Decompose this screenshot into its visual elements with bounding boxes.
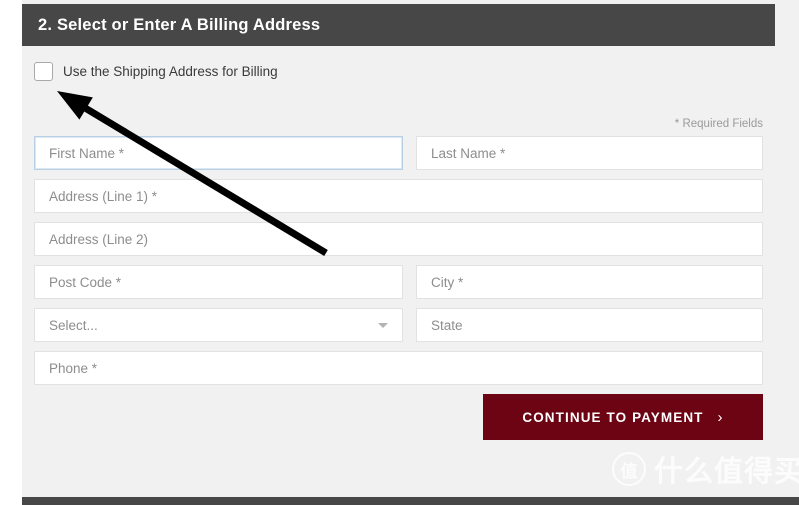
country-select-dropdown[interactable]: Select... — [34, 308, 403, 342]
post-code-input[interactable]: Post Code * — [34, 265, 403, 299]
address-line-1-placeholder: Address (Line 1) * — [49, 188, 158, 204]
state-placeholder: State — [431, 317, 463, 333]
cta-container: CONTINUE TO PAYMENT › — [34, 394, 763, 440]
form-row: First Name * Last Name * — [34, 136, 763, 170]
use-shipping-address-label[interactable]: Use the Shipping Address for Billing — [63, 64, 278, 79]
city-placeholder: City * — [431, 274, 464, 290]
city-input[interactable]: City * — [416, 265, 763, 299]
form-row: Select... State — [34, 308, 763, 342]
section-header-title: 2. Select or Enter A Billing Address — [38, 15, 321, 34]
checkbox-icon[interactable] — [34, 62, 53, 81]
first-name-input[interactable]: First Name * — [34, 136, 403, 170]
address-line-2-input[interactable]: Address (Line 2) — [34, 222, 763, 256]
address-line-1-input[interactable]: Address (Line 1) * — [34, 179, 763, 213]
first-name-placeholder: First Name * — [49, 145, 125, 161]
form-row: Post Code * City * — [34, 265, 763, 299]
section-header: 2. Select or Enter A Billing Address — [22, 4, 775, 46]
country-select-placeholder: Select... — [49, 317, 98, 333]
chevron-right-icon: › — [717, 408, 724, 426]
continue-to-payment-button[interactable]: CONTINUE TO PAYMENT › — [483, 394, 763, 440]
last-name-placeholder: Last Name * — [431, 145, 506, 161]
state-input[interactable]: State — [416, 308, 763, 342]
phone-input[interactable]: Phone * — [34, 351, 763, 385]
address-line-2-placeholder: Address (Line 2) — [49, 231, 149, 247]
form-row: Phone * — [34, 351, 763, 385]
continue-to-payment-label: CONTINUE TO PAYMENT — [522, 409, 704, 425]
bottom-bar — [22, 497, 799, 505]
post-code-placeholder: Post Code * — [49, 274, 122, 290]
required-fields-note: * Required Fields — [674, 118, 763, 130]
form-row: Address (Line 1) * — [34, 179, 763, 213]
use-shipping-address-checkbox-row[interactable]: Use the Shipping Address for Billing — [34, 62, 278, 81]
form-row: Address (Line 2) — [34, 222, 763, 256]
last-name-input[interactable]: Last Name * — [416, 136, 763, 170]
phone-placeholder: Phone * — [49, 360, 98, 376]
billing-address-panel: 2. Select or Enter A Billing Address Use… — [22, 0, 799, 505]
billing-form-content: Use the Shipping Address for Billing * R… — [22, 46, 775, 497]
billing-form-fields: First Name * Last Name * Address (Line 1) … — [34, 136, 763, 394]
screenshot-root: 2. Select or Enter A Billing Address Use… — [0, 0, 799, 505]
chevron-down-icon[interactable] — [378, 323, 388, 328]
